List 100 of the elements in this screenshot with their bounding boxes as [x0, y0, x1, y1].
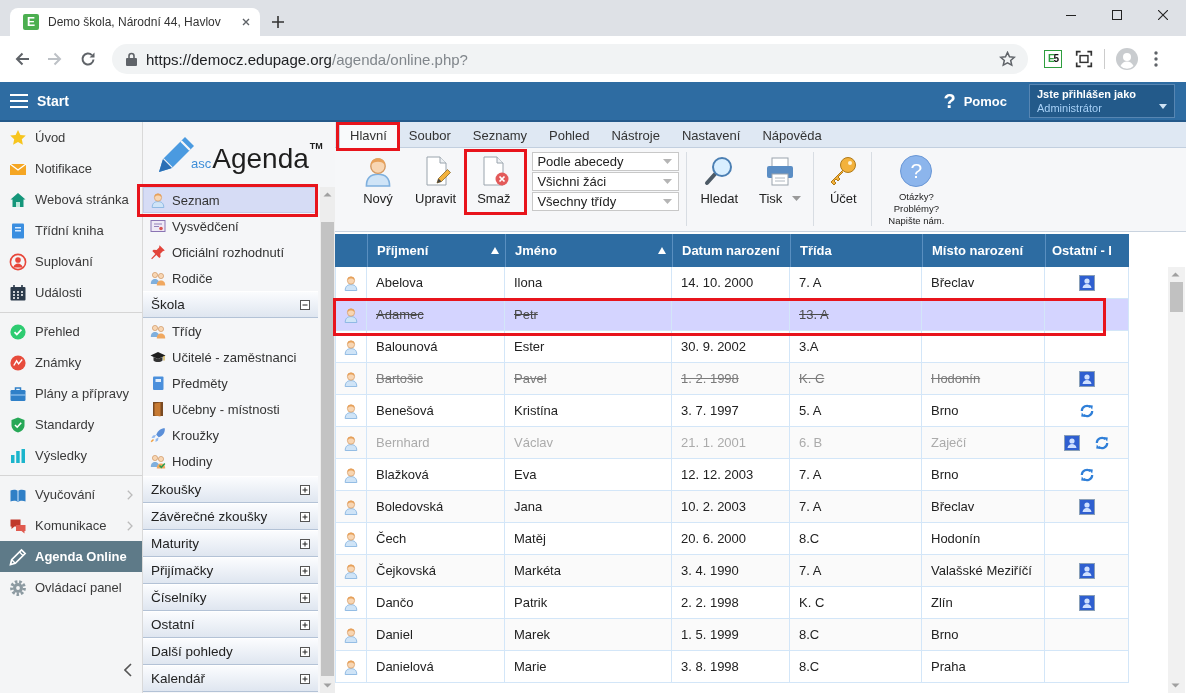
dropdown[interactable]: Všechny třídy	[532, 192, 680, 211]
maximize-icon[interactable]	[1112, 10, 1122, 20]
back-icon[interactable]	[14, 51, 30, 67]
menu-item[interactable]: Předměty	[143, 370, 318, 396]
scrollbar[interactable]	[1168, 267, 1185, 693]
nav-item[interactable]: Suplování	[0, 246, 142, 277]
nav-item[interactable]: Plány a přípravy	[0, 378, 142, 409]
plus-icon[interactable]	[300, 592, 310, 603]
group-header[interactable]: Závěrečné zkoušky	[143, 503, 318, 530]
nav-item[interactable]: Události	[0, 277, 142, 308]
browser-tab[interactable]: E Demo škola, Národní 44, Havlov	[10, 8, 260, 36]
group-header[interactable]: Škola	[143, 291, 318, 318]
menu-item[interactable]: Oficiální rozhodnutí	[143, 239, 318, 265]
menu-item[interactable]: Učebny - místnosti	[143, 396, 318, 422]
address-field[interactable]: https://democz.edupage.org/agenda/online.php?	[112, 44, 1028, 74]
help-button[interactable]: ? Pomoc	[943, 89, 1007, 113]
group-header[interactable]: Přijímačky	[143, 557, 318, 584]
table-row[interactable]: Čejkovská Markéta 3. 4. 1990 7. A Valašské Meziříčí	[335, 555, 1129, 587]
person-icon	[343, 658, 359, 675]
toolbar-button[interactable]: Účet	[822, 152, 865, 214]
menu-tab[interactable]: Seznamy	[461, 122, 538, 147]
toolbar-button[interactable]: Smaž	[472, 152, 516, 214]
frame-corners-icon[interactable]	[1075, 50, 1093, 68]
group-header[interactable]: Zkoušky	[143, 476, 318, 503]
table-row[interactable]: Daniel Marek 1. 5. 1999 8.C Brno	[335, 619, 1129, 651]
table-row[interactable]: Boledovská Jana 10. 2. 2003 7. A Břeclav	[335, 491, 1129, 523]
notebook-icon	[9, 221, 27, 240]
table-row[interactable]: Blažková Eva 12. 12. 2003 7. A Brno	[335, 459, 1129, 491]
plus-icon[interactable]	[300, 673, 310, 684]
nav-item[interactable]: Komunikace	[0, 510, 142, 541]
menu-tab[interactable]: Pohled	[538, 122, 601, 147]
menu-item[interactable]: Učitelé - zaměstnanci	[143, 344, 318, 370]
menu-item[interactable]: Hodiny	[143, 448, 318, 474]
menu-tab[interactable]: Nápověda	[751, 122, 833, 147]
close-icon[interactable]	[1158, 10, 1168, 20]
scrollbar-thumb[interactable]	[321, 222, 334, 676]
plus-icon[interactable]	[300, 484, 310, 495]
menu-item[interactable]: Rodiče	[143, 265, 318, 291]
extension-button[interactable]: E5	[1044, 50, 1062, 68]
help-button[interactable]: ? Otázky? Problémy? Napište nám.	[880, 152, 953, 227]
menu-tab[interactable]: Soubor	[397, 122, 462, 147]
toolbar-button[interactable]: Tisk	[754, 152, 807, 214]
table-row[interactable]: Benešová Kristína 3. 7. 1997 5. A Brno	[335, 395, 1129, 427]
nav-item[interactable]: Webová stránka	[0, 184, 142, 215]
person-icon	[343, 306, 359, 323]
reload-icon[interactable]	[80, 51, 96, 67]
toolbar-button[interactable]: Hledat	[695, 152, 743, 214]
nav-item[interactable]: Výsledky	[0, 440, 142, 471]
plus-icon[interactable]	[300, 619, 310, 630]
menu-item[interactable]: Kroužky	[143, 422, 318, 448]
close-icon[interactable]	[242, 18, 250, 26]
table-row[interactable]: Adamec Petr 13. A	[335, 299, 1129, 331]
menu-tab[interactable]: Nastavení	[670, 122, 752, 147]
group-header[interactable]: Kalendář	[143, 665, 318, 692]
group-header[interactable]: Maturity	[143, 530, 318, 557]
nav-item[interactable]: Notifikace	[0, 153, 142, 184]
more-vertical-icon[interactable]	[1154, 51, 1158, 67]
plus-icon[interactable]	[272, 16, 284, 28]
group-header[interactable]: Další pohledy	[143, 638, 318, 665]
menu-item[interactable]: Seznam	[143, 187, 318, 213]
nav-item[interactable]: Přehled	[0, 316, 142, 347]
dropdown[interactable]: Všichni žáci	[532, 172, 680, 191]
minimize-icon[interactable]	[1066, 14, 1076, 16]
chevron-left-icon[interactable]	[124, 663, 132, 677]
plus-icon[interactable]	[300, 646, 310, 657]
bar-chart-icon	[9, 446, 27, 465]
nav-item[interactable]: Standardy	[0, 409, 142, 440]
nav-item[interactable]: Známky	[0, 347, 142, 378]
minus-icon[interactable]	[300, 299, 310, 310]
toolbar-button[interactable]: Nový	[357, 152, 399, 214]
menu-item[interactable]: Vysvědčení	[143, 213, 318, 239]
star-outline-icon[interactable]	[999, 50, 1016, 68]
dropdown[interactable]: Podle abecedy	[532, 152, 680, 171]
toolbar-button[interactable]: Upravit	[410, 152, 462, 214]
table-row[interactable]: Bartošic Pavel 1. 2. 1998 K. C Hodonín	[335, 363, 1129, 395]
table-row[interactable]: Dančo Patrik 2. 2. 1998 K. C Zlín	[335, 587, 1129, 619]
table-cell: Praha	[922, 651, 1045, 683]
nav-item[interactable]: Ovládací panel	[0, 572, 142, 603]
plus-icon[interactable]	[300, 538, 310, 549]
plus-icon[interactable]	[300, 511, 310, 522]
plus-icon[interactable]	[300, 565, 310, 576]
person-tile-icon	[1078, 594, 1095, 611]
table-row[interactable]: Čech Matěj 20. 6. 2000 8.C Hodonín	[335, 523, 1129, 555]
group-header[interactable]: Ostatní	[143, 611, 318, 638]
nav-item[interactable]: Agenda Online	[0, 541, 142, 572]
table-row[interactable]: Abelova Ilona 14. 10. 2000 7. A Břeclav	[335, 267, 1129, 299]
start-button[interactable]: Start	[10, 93, 69, 109]
user-menu[interactable]: Jste přihlášen jako Administrátor	[1029, 84, 1175, 118]
scrollbar-thumb[interactable]	[1170, 282, 1183, 312]
menu-tab[interactable]: Nástroje	[600, 122, 671, 147]
nav-item[interactable]: Třídní kniha	[0, 215, 142, 246]
person-icon	[343, 274, 359, 291]
group-header[interactable]: Číselníky	[143, 584, 318, 611]
nav-item[interactable]: Vyučování	[0, 479, 142, 510]
book-icon	[150, 375, 166, 391]
nav-item[interactable]: Úvod	[0, 122, 142, 153]
scrollbar[interactable]	[320, 187, 335, 693]
menu-item[interactable]: Třídy	[143, 318, 318, 344]
table-row[interactable]: Danielová Marie 3. 8. 1998 8.C Praha	[335, 651, 1129, 683]
person-icon	[343, 370, 359, 387]
